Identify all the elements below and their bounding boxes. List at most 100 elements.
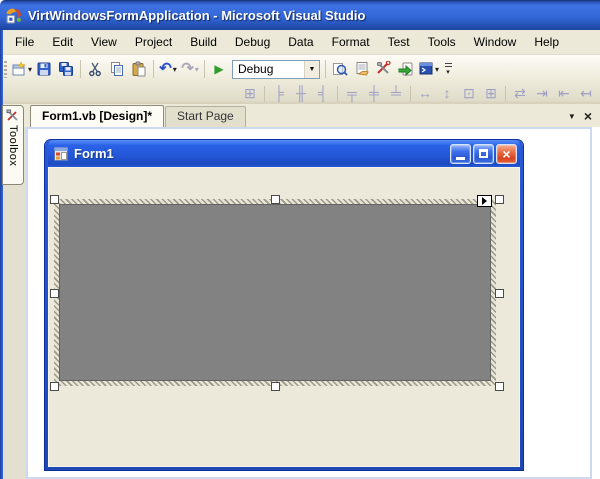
increase-horizontal-spacing-icon[interactable]: ⇥ — [531, 84, 553, 104]
close-document-icon[interactable]: × — [584, 110, 592, 122]
save-button[interactable] — [33, 58, 55, 80]
designed-form-title: Form1 — [74, 146, 448, 161]
remove-horizontal-spacing-icon[interactable]: ↤ — [575, 84, 597, 104]
undo-dropdown-icon[interactable]: ▾ — [173, 65, 177, 74]
toolbox-tab-label: Toolbox — [7, 125, 19, 166]
resize-handle-middle-right[interactable] — [495, 289, 504, 298]
make-same-width-icon[interactable]: ↔ — [414, 84, 436, 104]
toolbar-grip[interactable] — [4, 61, 7, 78]
menu-item[interactable]: Window — [465, 32, 526, 52]
tab-start-page[interactable]: Start Page — [165, 106, 246, 127]
cut-icon — [87, 61, 103, 77]
toolbox-icon — [376, 61, 392, 77]
separator — [410, 86, 411, 102]
separator — [505, 86, 506, 102]
separator — [337, 86, 338, 102]
find-icon — [332, 61, 348, 77]
align-centers-icon[interactable]: ╫ — [290, 84, 312, 104]
resize-handle-top-right[interactable] — [495, 195, 504, 204]
align-lefts-icon[interactable]: ╞ — [268, 84, 290, 104]
toolbar-options-button[interactable]: ▾ — [442, 58, 454, 80]
menu-item[interactable]: Build — [181, 32, 226, 52]
menu-item[interactable]: Project — [126, 32, 181, 52]
align-rights-icon[interactable]: ╡ — [312, 84, 334, 104]
resize-handle-top-left[interactable] — [50, 195, 59, 204]
selected-control[interactable] — [59, 204, 491, 381]
active-files-dropdown-icon[interactable]: ▼ — [568, 112, 576, 121]
separator — [264, 86, 265, 102]
selection-border[interactable] — [54, 199, 496, 386]
combo-dropdown-icon[interactable]: ▼ — [304, 61, 319, 78]
save-all-button[interactable] — [55, 58, 77, 80]
redo-icon: ↷ — [181, 61, 194, 77]
visual-studio-window: VirtWindowsFormApplication - Microsoft V… — [0, 0, 600, 479]
command-window-dropdown-icon[interactable]: ▾ — [435, 65, 439, 74]
smart-tag-arrow-icon — [482, 197, 487, 205]
menu-item[interactable]: Test — [379, 32, 419, 52]
toolbar-separator — [80, 60, 81, 78]
start-debugging-button[interactable]: ▶ — [208, 58, 230, 80]
standard-toolbar: ▾ — [0, 56, 600, 82]
resize-handle-bottom-left[interactable] — [50, 382, 59, 391]
menu-item[interactable]: File — [6, 32, 43, 52]
start-page-navigate-button[interactable] — [395, 58, 417, 80]
align-bottoms-icon[interactable]: ╧ — [385, 84, 407, 104]
menu-item[interactable]: View — [82, 32, 126, 52]
paste-icon — [131, 61, 147, 77]
designed-form-titlebar[interactable]: Form1 × — [48, 140, 520, 167]
make-same-height-icon[interactable]: ↕ — [436, 84, 458, 104]
properties-window-button[interactable] — [351, 58, 373, 80]
start-debugging-icon: ▶ — [214, 62, 223, 76]
menu-item[interactable]: Help — [525, 32, 568, 52]
form-minimize-button[interactable] — [450, 144, 471, 164]
toolbox-button[interactable] — [373, 58, 395, 80]
properties-window-icon — [354, 61, 370, 77]
menu-item[interactable]: Tools — [419, 32, 465, 52]
tab-form1-design[interactable]: Form1.vb [Design]* — [30, 105, 164, 127]
resize-handle-bottom-right[interactable] — [495, 382, 504, 391]
size-to-grid-icon[interactable]: ⊞ — [480, 84, 502, 104]
cut-button[interactable] — [84, 58, 106, 80]
window-title: VirtWindowsFormApplication - Microsoft V… — [28, 8, 365, 23]
redo-dropdown-icon[interactable]: ▾ — [195, 65, 199, 74]
save-all-icon — [58, 61, 74, 77]
save-icon — [36, 61, 52, 77]
minimize-icon — [456, 157, 465, 160]
toolbox-autohide-tab[interactable]: Toolbox — [2, 105, 24, 185]
make-same-size-icon[interactable]: ⊡ — [458, 84, 480, 104]
menu-item[interactable]: Edit — [43, 32, 82, 52]
resize-handle-middle-left[interactable] — [50, 289, 59, 298]
undo-button[interactable]: ↶ ▾ — [157, 58, 179, 80]
align-tops-icon[interactable]: ╤ — [341, 84, 363, 104]
menu-item[interactable]: Format — [323, 32, 379, 52]
close-icon: × — [502, 146, 510, 162]
copy-button[interactable] — [106, 58, 128, 80]
add-new-item-button[interactable]: ▾ — [10, 58, 33, 80]
add-new-item-icon — [11, 61, 27, 77]
smart-tag-button[interactable] — [477, 195, 492, 207]
command-window-icon — [418, 61, 434, 77]
resize-handle-bottom-center[interactable] — [271, 382, 280, 391]
form-icon — [53, 146, 69, 162]
align-to-grid-icon[interactable]: ⊞ — [239, 84, 261, 104]
form-close-button[interactable]: × — [496, 144, 517, 164]
copy-icon — [109, 61, 125, 77]
resize-handle-top-center[interactable] — [271, 195, 280, 204]
toolbar-area: ▾ — [0, 55, 600, 104]
menu-item[interactable]: Data — [279, 32, 322, 52]
paste-button[interactable] — [128, 58, 150, 80]
solution-configurations-value: Debug — [233, 62, 304, 76]
command-window-button[interactable]: ▾ — [417, 58, 440, 80]
toolbar-options-bar — [445, 63, 452, 64]
menu-item[interactable]: Debug — [226, 32, 279, 52]
equal-horizontal-spacing-icon[interactable]: ⇄ — [509, 84, 531, 104]
form-maximize-button[interactable] — [473, 144, 494, 164]
redo-button[interactable]: ↷ ▾ — [179, 58, 201, 80]
add-new-item-dropdown-icon[interactable]: ▾ — [28, 65, 32, 74]
align-middles-icon[interactable]: ╪ — [363, 84, 385, 104]
document-tab-controls: ▼ × — [568, 110, 592, 122]
decrease-horizontal-spacing-icon[interactable]: ⇤ — [553, 84, 575, 104]
navigate-arrow-icon — [398, 61, 414, 77]
solution-configurations-combo[interactable]: Debug ▼ — [232, 60, 320, 79]
find-in-files-button[interactable] — [329, 58, 351, 80]
